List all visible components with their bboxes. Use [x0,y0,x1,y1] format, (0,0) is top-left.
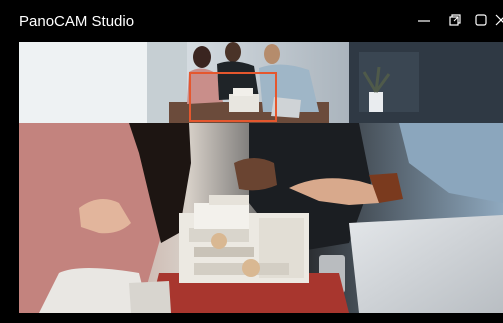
restore-icon [449,14,461,26]
restore-button[interactable] [447,12,463,28]
maximize-icon [475,14,487,26]
title-bar[interactable]: PanoCAM Studio [0,0,503,42]
app-title: PanoCAM Studio [19,13,135,30]
maximize-button[interactable] [473,12,489,28]
app-window: PanoCAM Studio [0,0,503,323]
main-camera-view[interactable] [19,123,503,313]
overview-panorama[interactable] [19,42,503,123]
main-scene-image [19,123,503,313]
close-button[interactable] [494,12,503,28]
zoom-region-box[interactable] [189,72,277,122]
close-icon [495,14,503,26]
minimize-icon [418,20,430,22]
minimize-button[interactable] [416,12,432,28]
window-left-border [0,42,19,323]
window-bottom-border [0,313,503,323]
